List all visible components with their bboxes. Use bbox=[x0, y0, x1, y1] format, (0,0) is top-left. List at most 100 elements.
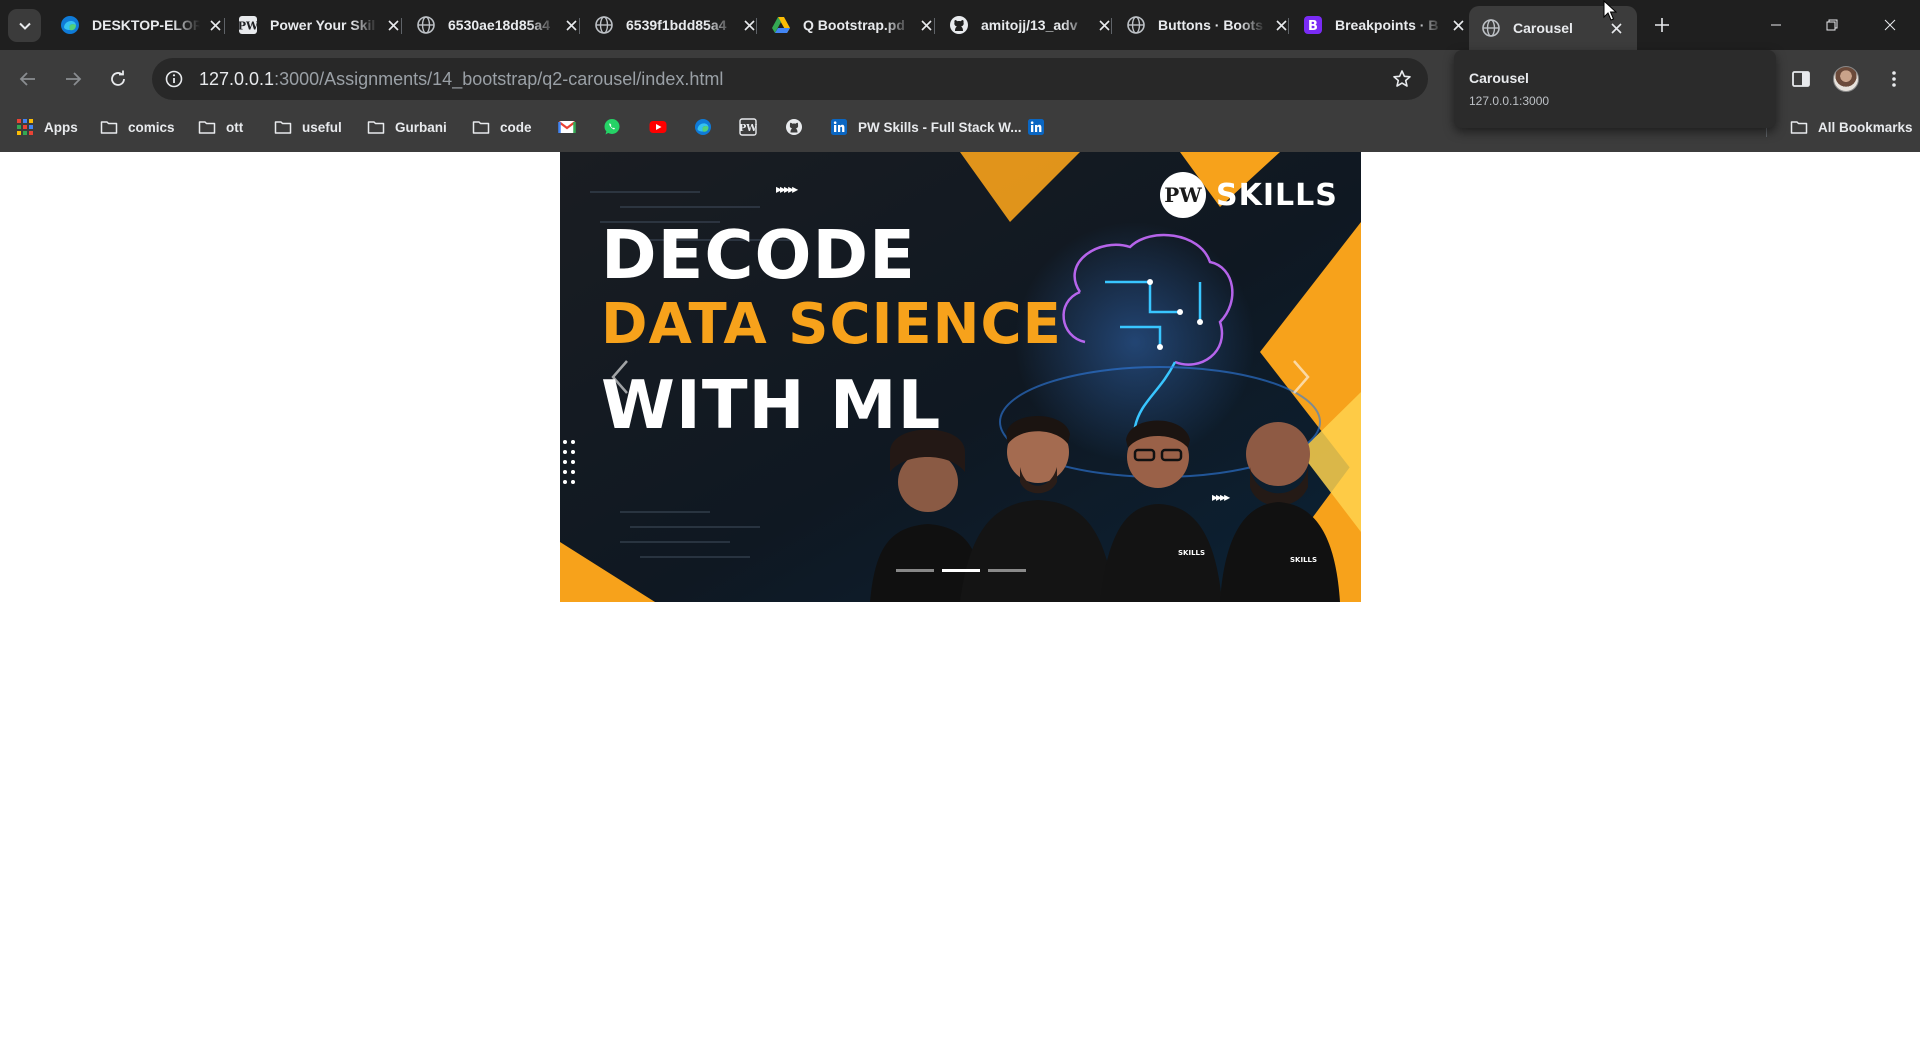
bookmark-edge[interactable] bbox=[694, 113, 712, 141]
bookmark-folder-useful[interactable]: useful bbox=[274, 113, 342, 141]
address-bar[interactable]: 127.0.0.1:3000/Assignments/14_bootstrap/… bbox=[152, 58, 1428, 100]
minimize-icon bbox=[1771, 24, 1781, 26]
bookmark-gmail[interactable] bbox=[558, 113, 576, 141]
tab-divider bbox=[756, 18, 757, 34]
carousel-indicators bbox=[560, 569, 1361, 572]
bookmark-youtube[interactable] bbox=[649, 113, 667, 141]
bookmark-apps[interactable]: Apps bbox=[16, 113, 78, 141]
globe-icon bbox=[1481, 18, 1501, 38]
tab-title: Q Bootstrap.pd bbox=[803, 17, 905, 33]
chevron-left-icon bbox=[611, 360, 628, 394]
bookmark-folder-comics[interactable]: comics bbox=[100, 113, 175, 141]
forward-button[interactable] bbox=[56, 62, 90, 96]
bookmark-label: Gurbani bbox=[395, 119, 447, 135]
more-vertical-icon bbox=[1892, 71, 1896, 87]
globe-icon bbox=[1126, 15, 1146, 35]
restore-button[interactable] bbox=[1804, 0, 1860, 50]
svg-text:PW: PW bbox=[238, 20, 258, 33]
bookmark-whatsapp[interactable] bbox=[603, 113, 621, 141]
tab-divider bbox=[401, 18, 402, 34]
tab-title: 6539f1bdd85a4 bbox=[626, 17, 727, 33]
tab-title: amitojj/13_adv bbox=[981, 17, 1078, 33]
tab-title: Carousel bbox=[1513, 20, 1573, 36]
minimize-button[interactable] bbox=[1748, 0, 1804, 50]
carousel-prev-button[interactable] bbox=[560, 152, 680, 602]
chevrons-decoration-icon: ▸▸▸▸▸ bbox=[776, 182, 798, 196]
drive-icon bbox=[771, 15, 791, 35]
url-text: 127.0.0.1:3000/Assignments/14_bootstrap/… bbox=[199, 69, 723, 90]
bookmark-label: useful bbox=[302, 119, 342, 135]
carousel-next-button[interactable] bbox=[1241, 152, 1361, 602]
tab-title: Breakpoints · B bbox=[1335, 17, 1439, 33]
bookmark-github[interactable] bbox=[785, 113, 803, 141]
tab-divider bbox=[934, 18, 935, 34]
tab-strip: DESKTOP-ELOR PW Power Your Skil 6530ae18… bbox=[0, 0, 1920, 50]
svg-text:SKILLS: SKILLS bbox=[1178, 549, 1205, 557]
tab-hover-card: Carousel 127.0.0.1:3000 bbox=[1454, 50, 1776, 128]
bookmark-star-icon[interactable] bbox=[1390, 67, 1414, 91]
bookmark-folder-code[interactable]: code bbox=[472, 113, 532, 141]
back-button[interactable] bbox=[11, 62, 45, 96]
profile-avatar[interactable] bbox=[1833, 66, 1859, 92]
side-panel-button[interactable] bbox=[1784, 62, 1818, 96]
new-tab-button[interactable] bbox=[1650, 13, 1674, 37]
bookmark-pw-skills[interactable]: PW Skills - Full Stack W... bbox=[830, 113, 1022, 141]
pw-icon: PW bbox=[238, 15, 258, 35]
bookmark-pw[interactable]: PW bbox=[739, 113, 757, 141]
linkedin-icon bbox=[831, 119, 847, 135]
tab-divider bbox=[1288, 18, 1289, 34]
carousel-indicator-1[interactable] bbox=[895, 569, 934, 572]
folder-icon bbox=[472, 121, 490, 134]
bookmark-linkedin[interactable] bbox=[1027, 113, 1045, 141]
site-info-icon[interactable] bbox=[157, 62, 191, 96]
tab-divider bbox=[579, 18, 580, 34]
github-icon bbox=[949, 15, 969, 35]
url-path: :3000/Assignments/14_bootstrap/q2-carous… bbox=[274, 68, 724, 89]
tab-title: Buttons · Boots bbox=[1158, 17, 1263, 33]
plus-icon bbox=[1655, 18, 1669, 32]
tab-power-your-skill[interactable]: PW Power Your Skil bbox=[226, 8, 404, 42]
url-host: 127.0.0.1 bbox=[199, 68, 275, 89]
close-window-button[interactable] bbox=[1862, 0, 1918, 50]
whatsapp-icon bbox=[604, 119, 620, 135]
hover-card-url: 127.0.0.1:3000 bbox=[1469, 94, 1550, 108]
arrow-left-icon bbox=[19, 72, 35, 86]
bookmark-label: comics bbox=[128, 119, 175, 135]
reload-button[interactable] bbox=[101, 62, 135, 96]
close-icon[interactable] bbox=[204, 14, 226, 36]
restore-icon bbox=[1826, 19, 1838, 31]
globe-icon bbox=[416, 15, 436, 35]
mouse-cursor-icon bbox=[1603, 0, 1617, 21]
linkedin-icon bbox=[1028, 119, 1044, 135]
bookmark-all-bookmarks[interactable]: All Bookmarks bbox=[1790, 113, 1913, 141]
tab-divider bbox=[224, 18, 225, 34]
tab-buttons-bootstrap[interactable]: Buttons · Boots bbox=[1114, 8, 1292, 42]
tab-6530ae18[interactable]: 6530ae18d85a4 bbox=[404, 8, 582, 42]
carousel-indicator-2[interactable] bbox=[941, 569, 980, 572]
edge-icon bbox=[60, 15, 80, 35]
carousel: SKILLS SKILLS DECODE DATA SCIENCE WITH M… bbox=[560, 152, 1361, 602]
tab-amitojj[interactable]: amitojj/13_adv bbox=[937, 8, 1115, 42]
carousel-indicator-3[interactable] bbox=[987, 569, 1026, 572]
chevrons-decoration-icon: ▸▸▸▸ bbox=[1212, 490, 1230, 504]
tab-q-bootstrap[interactable]: Q Bootstrap.pd bbox=[759, 8, 937, 42]
bookmark-folder-gurbani[interactable]: Gurbani bbox=[367, 113, 447, 141]
edge-icon bbox=[695, 119, 711, 135]
folder-icon bbox=[198, 121, 216, 134]
folder-icon bbox=[1790, 121, 1808, 134]
gmail-icon bbox=[558, 121, 576, 133]
tab-breakpoints[interactable]: B Breakpoints · B bbox=[1291, 8, 1469, 42]
tab-6539f1bd[interactable]: 6539f1bdd85a4 bbox=[582, 8, 760, 42]
bookmark-folder-ott[interactable]: ott bbox=[198, 113, 243, 141]
close-icon bbox=[1884, 19, 1896, 31]
tab-search-button[interactable] bbox=[8, 9, 41, 42]
bootstrap-icon: B bbox=[1303, 15, 1323, 35]
globe-icon bbox=[594, 15, 614, 35]
svg-text:PW: PW bbox=[739, 123, 757, 134]
youtube-icon bbox=[649, 121, 667, 133]
tab-desktop-elor[interactable]: DESKTOP-ELOR bbox=[48, 8, 226, 42]
menu-button[interactable] bbox=[1877, 62, 1911, 96]
close-icon[interactable] bbox=[1447, 14, 1469, 36]
tab-title: 6530ae18d85a4 bbox=[448, 17, 550, 33]
reload-icon bbox=[111, 70, 125, 86]
